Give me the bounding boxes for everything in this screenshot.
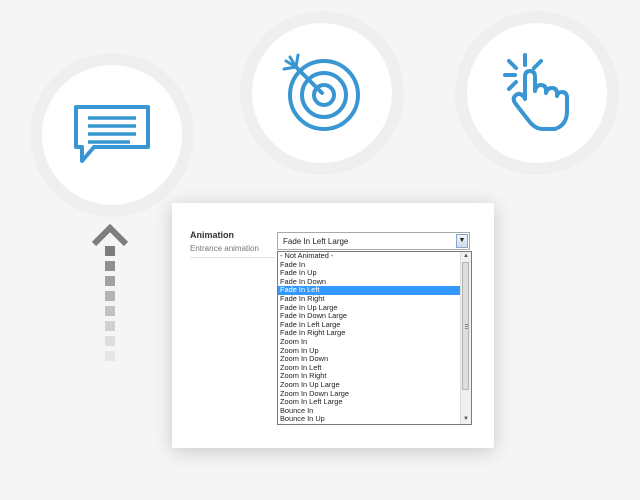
animation-settings-panel: Animation Entrance animation Fade In Lef… — [172, 203, 494, 448]
animation-options-list[interactable]: - Not Animated - Fade In Fade In Up Fade In… — [277, 251, 472, 425]
options-scrollbar[interactable]: ▲ ▼ — [460, 252, 471, 424]
pointer-click-icon — [503, 53, 569, 131]
click-icon-circle — [467, 23, 607, 163]
entrance-animation-select[interactable]: Fade In Left Large ▼ — [277, 232, 470, 250]
scroll-thumb[interactable] — [462, 262, 469, 390]
entrance-animation-label: Entrance animation — [190, 244, 259, 253]
dotted-up-arrow-icon — [92, 224, 128, 364]
label-divider — [190, 257, 275, 258]
scroll-up-icon[interactable]: ▲ — [461, 252, 471, 261]
target-icon-circle — [252, 23, 392, 163]
chat-icon-circle — [42, 65, 182, 205]
option-item[interactable]: - Not Animated - — [278, 252, 471, 261]
scroll-down-icon[interactable]: ▼ — [461, 415, 471, 424]
option-item[interactable]: Bounce In Up — [278, 415, 471, 424]
animation-label: Animation — [190, 230, 234, 240]
dropdown-arrow-icon[interactable]: ▼ — [456, 234, 468, 248]
target-icon — [282, 53, 360, 131]
chat-bubble-icon — [74, 105, 150, 163]
selected-value: Fade In Left Large — [283, 237, 349, 246]
